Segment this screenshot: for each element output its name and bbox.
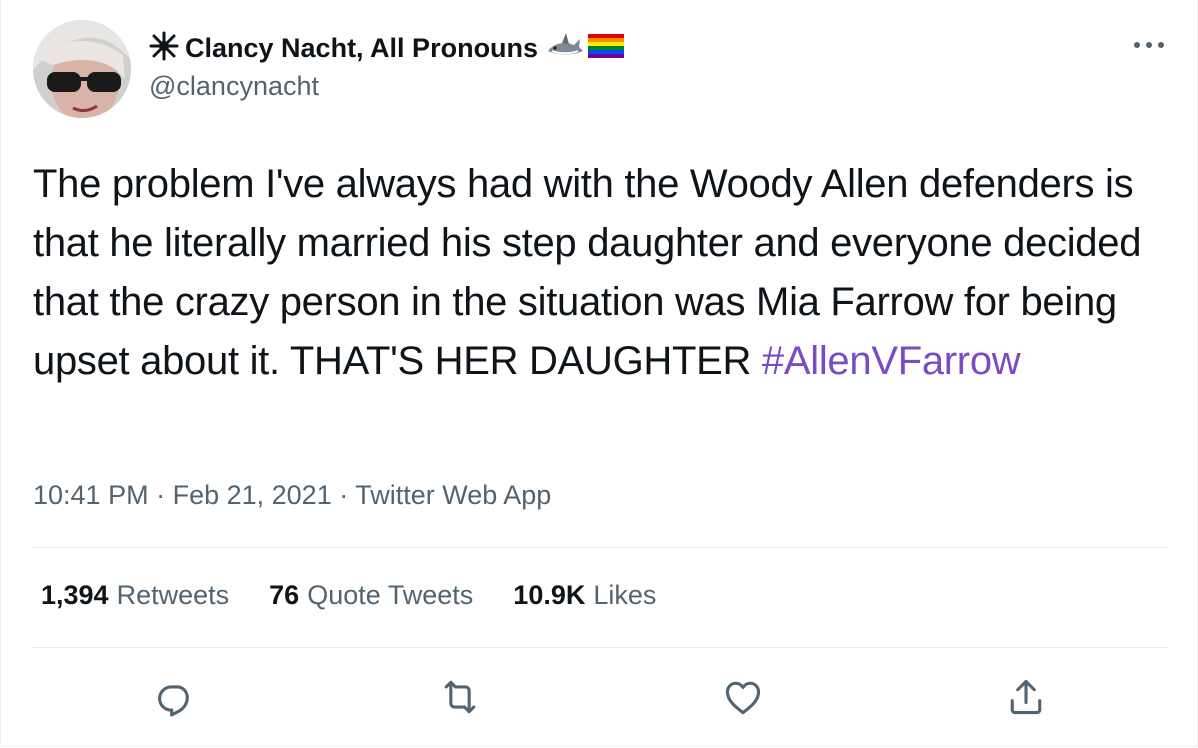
tweet-metadata: 10:41 PM · Feb 21, 2021 · Twitter Web Ap… — [33, 480, 551, 511]
share-icon — [1010, 679, 1042, 715]
avatar[interactable] — [33, 20, 131, 118]
like-icon — [725, 681, 761, 715]
tweet-card: Clancy Nacht, All Pronouns @clancynacht — [0, 0, 1198, 747]
avatar-image — [33, 20, 131, 118]
retweets-count: 1,394 — [41, 580, 109, 610]
reply-button[interactable] — [153, 675, 197, 719]
quote-tweets-label: Quote Tweets — [307, 580, 474, 610]
like-button[interactable] — [721, 675, 765, 719]
author-handle[interactable]: @clancynacht — [149, 71, 319, 102]
retweets-stat[interactable]: 1,394 Retweets — [41, 580, 229, 611]
shark-icon — [546, 31, 584, 66]
tweet-date[interactable]: Feb 21, 2021 — [173, 480, 332, 510]
star-burst-icon — [149, 31, 179, 66]
quote-tweets-count: 76 — [269, 580, 300, 610]
hashtag-link[interactable]: #AllenVFarrow — [762, 339, 1021, 383]
retweet-icon — [444, 680, 476, 714]
meta-separator: · — [331, 480, 356, 510]
divider — [33, 547, 1169, 548]
quote-tweets-stat[interactable]: 76 Quote Tweets — [269, 580, 473, 611]
divider — [33, 647, 1169, 648]
engagement-stats: 1,394 Retweets 76 Quote Tweets 10.9K Likes — [41, 580, 656, 611]
author-name-row[interactable]: Clancy Nacht, All Pronouns — [149, 30, 625, 66]
tweet-time[interactable]: 10:41 PM — [33, 480, 149, 510]
likes-stat[interactable]: 10.9K Likes — [513, 580, 656, 611]
meta-separator: · — [148, 480, 173, 510]
tweet-source[interactable]: Twitter Web App — [355, 480, 551, 510]
likes-label: Likes — [593, 580, 657, 610]
likes-count: 10.9K — [513, 580, 586, 610]
author-display-name: Clancy Nacht, All Pronouns — [185, 32, 539, 63]
retweets-label: Retweets — [116, 580, 230, 610]
share-button[interactable] — [1004, 675, 1048, 719]
tweet-text: The problem I've always had with the Woo… — [33, 155, 1173, 391]
rainbow-flag-icon — [588, 32, 625, 65]
retweet-button[interactable] — [438, 675, 482, 719]
reply-icon — [158, 685, 189, 717]
more-options-icon[interactable] — [1129, 35, 1169, 55]
